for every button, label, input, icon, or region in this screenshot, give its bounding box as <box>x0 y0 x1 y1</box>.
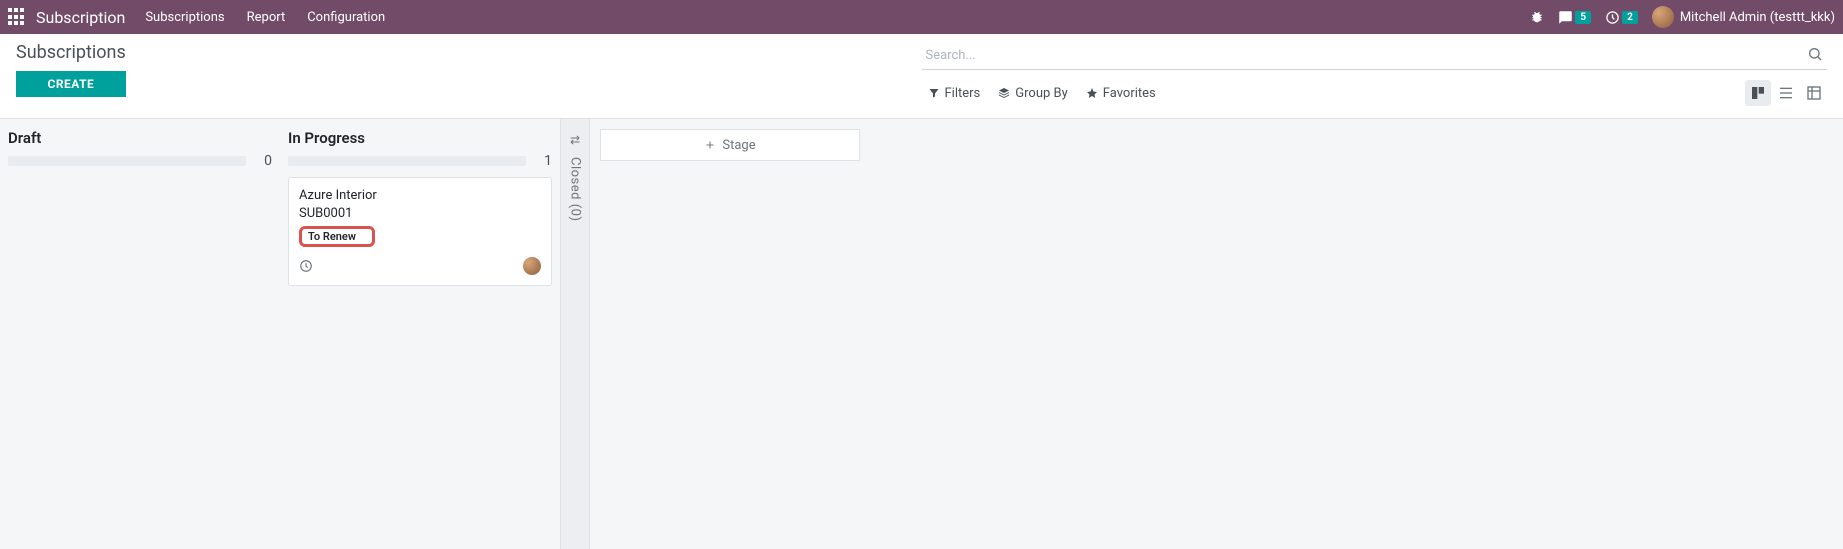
view-pivot-button[interactable] <box>1801 80 1827 106</box>
star-icon <box>1086 87 1098 99</box>
user-avatar-icon <box>1652 6 1674 28</box>
activities-badge: 2 <box>1622 11 1638 24</box>
add-stage-label: Stage <box>722 138 755 153</box>
column-progress-bar <box>8 156 246 166</box>
control-panel: Subscriptions CREATE Filters Group By <box>0 34 1843 119</box>
activities-icon[interactable]: 2 <box>1605 10 1638 25</box>
view-list-button[interactable] <box>1773 80 1799 106</box>
activity-clock-icon[interactable] <box>299 259 313 273</box>
add-stage-button[interactable]: Stage <box>600 129 860 161</box>
nav-subscriptions[interactable]: Subscriptions <box>145 10 224 25</box>
card-badge-to-renew: To Renew <box>299 226 375 247</box>
unfold-icon: ⇄ <box>570 133 580 147</box>
kanban-column-draft: Draft 0 <box>0 119 280 549</box>
bug-icon[interactable] <box>1530 10 1544 24</box>
subscription-card[interactable]: Azure Interior SUB0001 To Renew <box>288 177 552 286</box>
folded-column-label: Closed (0) <box>568 157 583 222</box>
top-navbar: Subscription Subscriptions Report Config… <box>0 0 1843 34</box>
user-name-label: Mitchell Admin (testtt_kkk) <box>1680 10 1835 25</box>
breadcrumb: Subscriptions <box>16 42 126 63</box>
kanban-column-inprogress: In Progress 1 Azure Interior SUB0001 To … <box>280 119 560 549</box>
kanban-icon <box>1750 85 1766 101</box>
column-title[interactable]: Draft <box>8 129 41 147</box>
card-partner: Azure Interior <box>299 188 541 203</box>
kanban-board: Draft 0 In Progress 1 Azure Interior SUB… <box>0 119 1843 549</box>
pivot-icon <box>1806 85 1822 101</box>
column-title[interactable]: In Progress <box>288 129 365 147</box>
messages-badge: 5 <box>1575 11 1591 24</box>
layers-icon <box>998 87 1010 99</box>
nav-report[interactable]: Report <box>247 10 286 25</box>
favorites-label: Favorites <box>1103 86 1156 101</box>
user-menu[interactable]: Mitchell Admin (testtt_kkk) <box>1652 6 1835 28</box>
card-code: SUB0001 <box>299 206 541 221</box>
column-count: 0 <box>256 153 272 169</box>
nav-configuration[interactable]: Configuration <box>307 10 385 25</box>
column-count: 1 <box>536 153 552 169</box>
messages-icon[interactable]: 5 <box>1558 10 1591 25</box>
filters-button[interactable]: Filters <box>928 86 981 101</box>
search-icon[interactable] <box>1803 46 1827 66</box>
filters-label: Filters <box>945 86 981 101</box>
plus-icon <box>704 139 716 151</box>
view-kanban-button[interactable] <box>1745 80 1771 106</box>
groupby-label: Group By <box>1015 86 1068 101</box>
card-assignee-avatar-icon[interactable] <box>523 257 541 275</box>
funnel-icon <box>928 87 940 99</box>
favorites-button[interactable]: Favorites <box>1086 86 1156 101</box>
kanban-column-closed-folded[interactable]: ⇄ Closed (0) <box>560 119 590 549</box>
create-button[interactable]: CREATE <box>16 71 126 97</box>
groupby-button[interactable]: Group By <box>998 86 1068 101</box>
apps-icon[interactable] <box>8 8 26 26</box>
app-brand[interactable]: Subscription <box>36 8 125 27</box>
search-input[interactable] <box>922 44 1804 67</box>
column-progress-bar <box>288 156 526 166</box>
list-icon <box>1778 85 1794 101</box>
